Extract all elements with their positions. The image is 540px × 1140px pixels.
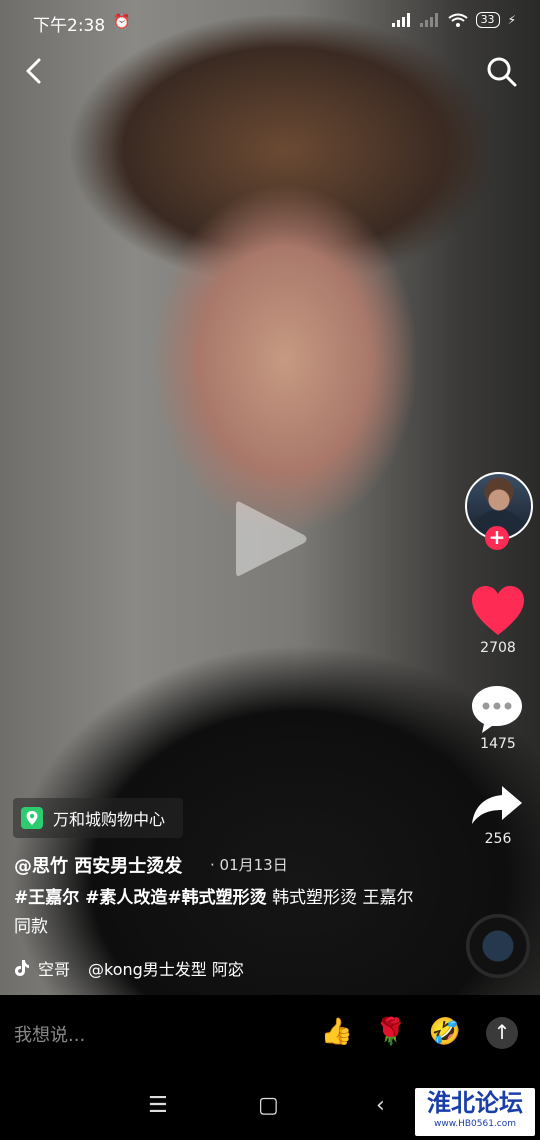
location-label: 万和城购物中心 — [53, 810, 166, 829]
status-indicators: 33 ⚡ — [391, 12, 516, 28]
watermark-title: 淮北论坛 — [427, 1088, 523, 1117]
tiktok-note-icon — [15, 960, 29, 976]
alarm-icon: ⏰ — [113, 14, 131, 30]
rose-emoji-icon[interactable]: 🌹 — [374, 1015, 408, 1049]
music-author: 空哥 — [38, 960, 71, 979]
charging-icon: ⚡ — [507, 13, 516, 27]
like-count: 2708 — [480, 640, 516, 656]
caption-hashtags[interactable]: #王嘉尔 #素人改造#韩式塑形烫 — [14, 888, 267, 908]
location-pin-icon — [21, 807, 43, 829]
author-name[interactable]: @思竹 西安男士烫发 — [14, 852, 182, 878]
heart-icon[interactable] — [470, 585, 526, 637]
post-date: · 01月13日 — [210, 856, 288, 874]
wifi-icon — [447, 13, 468, 27]
watermark-url: www.HB0561.com — [433, 1119, 517, 1129]
music-disc[interactable] — [466, 914, 530, 978]
post-caption: #王嘉尔 #素人改造#韩式塑形烫 韩式塑形烫 王嘉尔同款 — [14, 884, 414, 942]
thumbs-up-emoji-icon[interactable]: 👍 — [320, 1015, 354, 1049]
laugh-emoji-icon[interactable]: 🤣 — [428, 1015, 462, 1049]
status-bar: 下午2:38 ⏰ 33 ⚡ — [0, 0, 540, 44]
share-arrow-icon[interactable] — [470, 784, 524, 826]
status-time: 下午2:38 — [33, 16, 106, 36]
location-tag[interactable]: 万和城购物中心 — [13, 798, 183, 838]
play-icon[interactable] — [232, 496, 312, 582]
home-icon[interactable]: ▢ — [258, 1093, 279, 1118]
nav-back-icon[interactable]: ‹ — [376, 1093, 385, 1118]
signal-icon — [391, 13, 410, 27]
comment-count: 1475 — [480, 736, 516, 752]
music-title: @kong男士发型 阿宓 — [88, 960, 244, 979]
comment-bar: 我想说... 👍 🌹 🤣 ↑ — [0, 995, 540, 1075]
back-arrow-icon[interactable] — [20, 56, 50, 86]
follow-button[interactable]: + — [485, 526, 509, 550]
creator-avatar[interactable]: + — [465, 472, 535, 550]
music-info[interactable]: 空哥 @kong男士发型 阿宓 — [14, 956, 244, 980]
menu-icon[interactable]: ☰ — [148, 1093, 168, 1118]
watermark-logo: 淮北论坛 www.HB0561.com — [415, 1088, 535, 1136]
share-count: 256 — [484, 831, 512, 847]
send-button[interactable]: ↑ — [486, 1017, 518, 1049]
comment-icon[interactable] — [470, 684, 524, 734]
battery-indicator: 33 — [475, 12, 500, 28]
comment-input[interactable]: 我想说... — [14, 1021, 85, 1047]
signal-2-icon — [419, 13, 438, 27]
search-icon[interactable] — [486, 56, 518, 88]
